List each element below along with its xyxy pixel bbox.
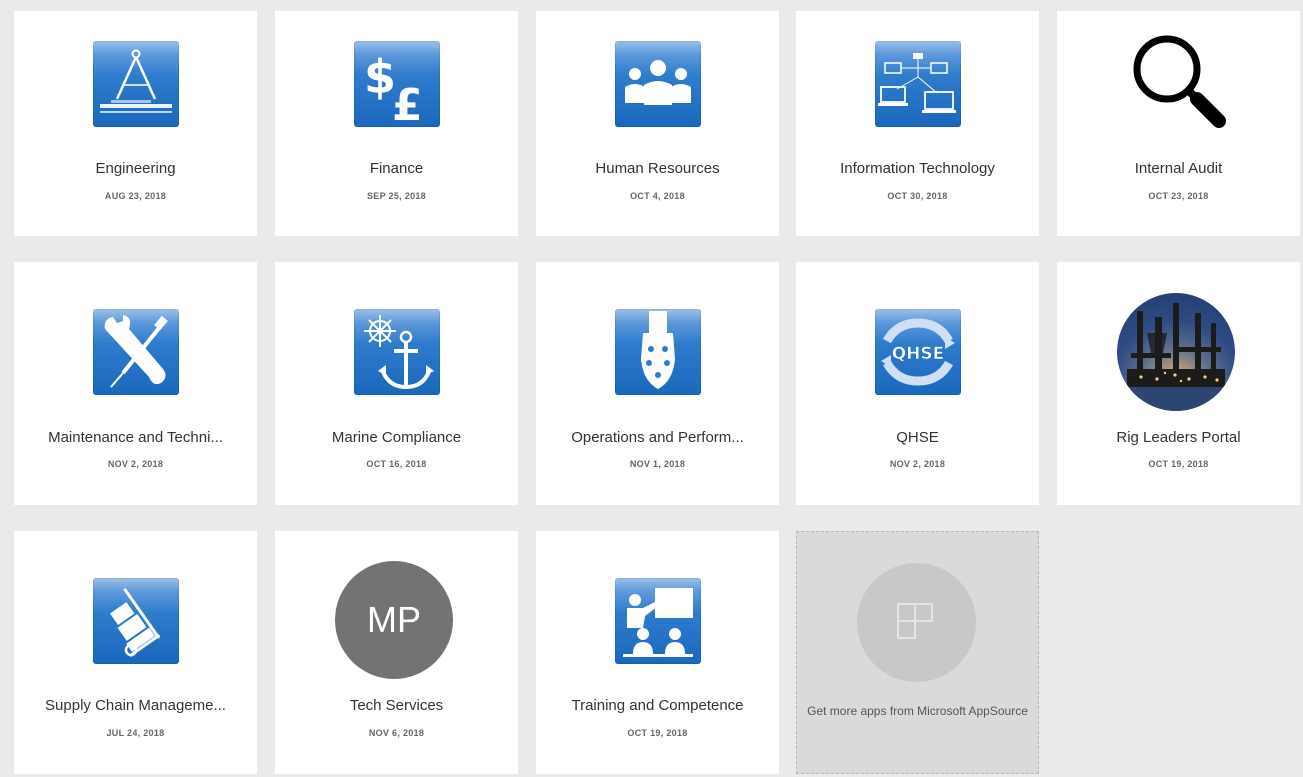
currency-icon: $ £	[353, 40, 441, 128]
site-date: OCT 16, 2018	[366, 459, 427, 469]
network-icon	[874, 40, 962, 128]
site-name: Training and Competence	[571, 697, 744, 714]
site-tile-maintenance[interactable]: Maintenance and Techni... NOV 2, 2018	[14, 262, 257, 505]
site-date: OCT 4, 2018	[630, 191, 685, 201]
site-date: NOV 6, 2018	[368, 728, 425, 738]
site-tile-rig-leaders-portal[interactable]: Rig Leaders Portal OCT 19, 2018	[1057, 262, 1300, 505]
site-name: Internal Audit	[1134, 160, 1223, 177]
site-date: NOV 2, 2018	[107, 459, 164, 469]
site-tile-engineering[interactable]: Engineering AUG 23, 2018	[14, 11, 257, 236]
site-tile-marine-compliance[interactable]: Marine Compliance OCT 16, 2018	[275, 262, 518, 505]
site-name: Information Technology	[840, 160, 995, 177]
site-name: QHSE	[896, 429, 939, 446]
site-date: JUL 24, 2018	[106, 728, 165, 738]
hand-truck-icon	[92, 577, 180, 665]
site-tile-supply-chain[interactable]: Supply Chain Manageme... JUL 24, 2018	[14, 531, 257, 774]
site-date: NOV 1, 2018	[629, 459, 686, 469]
oil-rig-photo	[1117, 293, 1235, 411]
site-name: Tech Services	[349, 697, 444, 714]
site-tile-training[interactable]: Training and Competence OCT 19, 2018	[536, 531, 779, 774]
drill-bit-icon	[614, 308, 702, 396]
site-date: OCT 19, 2018	[1148, 459, 1209, 469]
site-name: Engineering	[95, 160, 176, 177]
site-tile-human-resources[interactable]: Human Resources OCT 4, 2018	[536, 11, 779, 236]
site-name: Finance	[369, 160, 424, 177]
site-date: AUG 23, 2018	[104, 191, 167, 201]
site-date: SEP 25, 2018	[367, 191, 426, 201]
qhse-icon: QHSE	[874, 308, 962, 396]
magnifier-icon	[1127, 29, 1227, 129]
site-date: OCT 19, 2018	[627, 728, 688, 738]
site-tile-tech-services[interactable]: MP Tech Services NOV 6, 2018	[275, 531, 518, 774]
site-name: Operations and Perform...	[571, 429, 744, 446]
site-name: Supply Chain Manageme...	[45, 697, 226, 714]
site-date: OCT 30, 2018	[887, 191, 948, 201]
site-date: OCT 23, 2018	[1148, 191, 1209, 201]
anchor-wheel-icon	[353, 308, 441, 396]
site-tile-information-technology[interactable]: Information Technology OCT 30, 2018	[796, 11, 1039, 236]
compass-icon	[92, 40, 180, 128]
add-apps-icon	[857, 563, 976, 682]
site-name: Marine Compliance	[331, 429, 462, 446]
site-name: Rig Leaders Portal	[1116, 429, 1241, 446]
svg-text:£: £	[392, 80, 423, 127]
people-icon	[614, 40, 702, 128]
site-name: Maintenance and Techni...	[48, 429, 223, 446]
get-more-apps-label: Get more apps from Microsoft AppSource	[807, 704, 1028, 718]
site-date: NOV 2, 2018	[889, 459, 946, 469]
get-more-apps-tile[interactable]: Get more apps from Microsoft AppSource	[796, 531, 1039, 774]
site-tile-finance[interactable]: $ £ Finance SEP 25, 2018	[275, 11, 518, 236]
tools-icon	[92, 308, 180, 396]
site-tile-internal-audit[interactable]: Internal Audit OCT 23, 2018	[1057, 11, 1300, 236]
initials-avatar: MP	[335, 561, 453, 679]
site-tile-operations[interactable]: Operations and Perform... NOV 1, 2018	[536, 262, 779, 505]
training-icon	[614, 577, 702, 665]
svg-text:QHSE: QHSE	[892, 344, 945, 364]
site-tile-qhse[interactable]: QHSE QHSE NOV 2, 2018	[796, 262, 1039, 505]
site-name: Human Resources	[595, 160, 720, 177]
